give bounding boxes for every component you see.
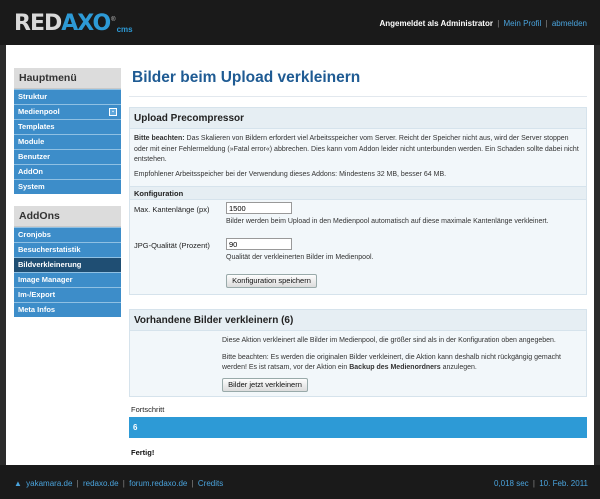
logo-part-red: RED — [14, 11, 62, 36]
existing-images-box: Vorhandene Bilder verkleinern (6) Diese … — [129, 309, 587, 397]
scroll-top-icon[interactable]: ▲ — [14, 479, 22, 488]
notice-text: Das Skalieren von Bildern erfordert viel… — [134, 135, 579, 163]
jpg-quality-row: JPG-Qualität (Prozent) Qualität der verk… — [130, 236, 586, 272]
addons-menu: AddOns Cronjobs Besucherstatistik Bildve… — [14, 206, 121, 317]
logged-in-text: Angemeldet als Administrator — [379, 19, 493, 28]
sidebar-item-module[interactable]: Module — [14, 134, 121, 149]
footer-links: ▲ yakamara.de | redaxo.de | forum.redaxo… — [14, 479, 223, 488]
main-panel: Bilder beim Upload verkleinern Upload Pr… — [129, 68, 587, 457]
redaxo-logo[interactable]: REDAXO ® cms — [14, 9, 133, 35]
warning-bold: Backup des Medienordners — [349, 364, 441, 371]
existing-warning: Bitte beachten: Es werden die originalen… — [130, 347, 586, 374]
separator: | — [122, 479, 125, 488]
title-divider — [129, 96, 587, 97]
footer-info: 0,018 sec | 10. Feb. 2011 — [494, 479, 588, 488]
logo-part-axo: AXO — [61, 11, 111, 36]
memory-recommendation: Empfohlener Arbeitsspeicher bei der Verw… — [134, 170, 447, 178]
footer-link-yakamara[interactable]: yakamara.de — [26, 479, 72, 488]
separator: | — [532, 479, 535, 488]
precompressor-box: Upload Precompressor Bitte beachten: Das… — [129, 107, 587, 295]
precompressor-title: Upload Precompressor — [130, 108, 586, 129]
progress-label: Fortschritt — [131, 404, 165, 414]
page-title: Bilder beim Upload verkleinern — [132, 69, 361, 86]
resize-now-button[interactable]: Bilder jetzt verkleinern — [222, 377, 308, 392]
jpg-quality-label: JPG-Qualität (Prozent) — [134, 241, 210, 250]
max-edge-row: Max. Kantenlänge (px) Bilder werden beim… — [130, 200, 586, 236]
sidebar-item-benutzer[interactable]: Benutzer — [14, 149, 121, 164]
footer: ▲ yakamara.de | redaxo.de | forum.redaxo… — [0, 465, 600, 499]
main-menu: Hauptmenü Struktur Medienpool ▪ Templates… — [14, 68, 121, 194]
user-info: Angemeldet als Administrator | Mein Prof… — [379, 19, 587, 28]
footer-link-redaxo[interactable]: redaxo.de — [83, 479, 119, 488]
footer-link-credits[interactable]: Credits — [198, 479, 223, 488]
notice-bold: Bitte beachten: — [134, 135, 185, 142]
sidebar-item-medienpool[interactable]: Medienpool ▪ — [14, 104, 121, 119]
sidebar-item-meta-infos[interactable]: Meta Infos — [14, 302, 121, 317]
separator: | — [76, 479, 79, 488]
resize-row: Bilder jetzt verkleinern — [130, 374, 586, 396]
footer-link-forum[interactable]: forum.redaxo.de — [129, 479, 187, 488]
sidebar-item-bildverkleinerung[interactable]: Bildverkleinerung — [14, 257, 121, 272]
render-time: 0,018 sec — [493, 479, 529, 488]
sidebar-item-system[interactable]: System — [14, 179, 121, 194]
config-title: Konfiguration — [130, 186, 586, 200]
separator: | — [191, 479, 194, 488]
sidebar-item-besucherstatistik[interactable]: Besucherstatistik — [14, 242, 121, 257]
sidebar-item-struktur[interactable]: Struktur — [14, 89, 121, 104]
existing-images-title: Vorhandene Bilder verkleinern (6) — [130, 310, 586, 331]
addons-menu-title: AddOns — [14, 206, 121, 227]
done-text: Fertig! — [131, 447, 155, 457]
logo-cms: cms — [116, 25, 133, 34]
popup-window-icon[interactable]: ▪ — [109, 108, 117, 116]
jpg-quality-input[interactable] — [226, 238, 292, 250]
sidebar-item-image-manager[interactable]: Image Manager — [14, 272, 121, 287]
main-menu-title: Hauptmenü — [14, 68, 121, 89]
max-edge-input[interactable] — [226, 202, 292, 214]
sidebar-item-addon[interactable]: AddOn — [14, 164, 121, 179]
save-config-button[interactable]: Konfiguration speichern — [226, 274, 317, 288]
separator: | — [497, 19, 500, 28]
max-edge-hint: Bilder werden beim Upload in den Medienp… — [226, 218, 549, 225]
existing-desc: Diese Aktion verkleinert alle Bilder im … — [222, 337, 556, 344]
logo-registered: ® — [111, 17, 116, 23]
max-edge-label: Max. Kantenlänge (px) — [134, 205, 210, 214]
footer-date: 10. Feb. 2011 — [539, 479, 588, 488]
logo-wordmark: REDAXO — [14, 11, 111, 36]
header: REDAXO ® cms Angemeldet als Administrato… — [0, 0, 600, 45]
sidebar: Hauptmenü Struktur Medienpool ▪ Templates… — [14, 68, 121, 329]
progress-bar: 6 — [129, 416, 587, 438]
save-row: Konfiguration speichern — [130, 272, 586, 294]
sidebar-item-cronjobs[interactable]: Cronjobs — [14, 227, 121, 242]
separator: | — [545, 19, 548, 28]
sidebar-item-label: Medienpool — [18, 107, 60, 116]
jpg-quality-hint: Qualität der verkleinerten Bilder im Med… — [226, 254, 374, 261]
profile-link[interactable]: Mein Profil — [504, 19, 542, 28]
logout-link[interactable]: abmelden — [552, 19, 587, 28]
content-area: Hauptmenü Struktur Medienpool ▪ Templates… — [6, 45, 594, 465]
memory-notice: Bitte beachten: Das Skalieren von Bilder… — [130, 129, 586, 166]
sidebar-item-templates[interactable]: Templates — [14, 119, 121, 134]
sidebar-item-im-export[interactable]: Im-/Export — [14, 287, 121, 302]
warning-end: anzulegen. — [440, 364, 477, 371]
